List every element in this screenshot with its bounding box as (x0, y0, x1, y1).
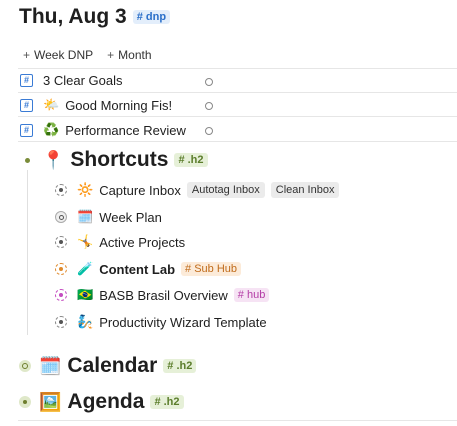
sun-icon: 🔆 (77, 182, 94, 197)
action-bar: + Week DNP + Month (23, 48, 152, 62)
node-bullet-icon[interactable] (55, 263, 67, 275)
divider (18, 92, 457, 93)
node-bullet-icon[interactable] (55, 316, 67, 328)
bullet-icon[interactable] (19, 396, 31, 408)
shortcut-item[interactable]: 🗓️ Week Plan (55, 209, 162, 225)
week-dnp-button[interactable]: + Week DNP (23, 48, 93, 62)
week-dnp-label: Week DNP (34, 48, 94, 62)
divider (18, 141, 457, 142)
search-bullet-icon[interactable] (19, 360, 31, 372)
recycle-icon: ♻️ (43, 122, 60, 137)
ref-label: 3 Clear Goals (43, 73, 123, 88)
ref-label: Good Morning Fis! (65, 97, 173, 113)
divider (18, 116, 457, 117)
shortcut-item[interactable]: 🧞 Productivity Wizard Template (55, 314, 267, 330)
ref-item[interactable]: # 3 Clear Goals (20, 73, 122, 88)
clean-inbox-button[interactable]: Clean Inbox (270, 182, 340, 198)
autotag-inbox-button[interactable]: Autotag Inbox (186, 182, 265, 198)
page-ref-icon: # (20, 74, 33, 87)
child-guide-line (27, 170, 28, 335)
genie-icon: 🧞 (77, 314, 94, 329)
h2-tag[interactable]: # .h2 (163, 359, 197, 373)
sub-hub-tag[interactable]: # Sub Hub (181, 262, 241, 276)
node-bullet-icon[interactable] (55, 236, 67, 248)
ref-label: Performance Review (65, 122, 186, 138)
hub-tag[interactable]: # hub (233, 288, 270, 302)
shortcut-item[interactable]: 🧪 Content Lab # Sub Hub (55, 261, 241, 277)
h2-tag[interactable]: # .h2 (150, 395, 184, 409)
search-node-icon[interactable] (55, 211, 67, 223)
cartwheel-icon: 🤸 (77, 234, 94, 249)
plus-icon: + (23, 48, 31, 62)
ref-item[interactable]: # 🌤️ Good Morning Fis! (20, 97, 172, 113)
shortcut-label: Capture Inbox (99, 182, 181, 198)
calendar-heading: Calendar (67, 354, 158, 377)
agenda-block[interactable]: 🖼️ Agenda # .h2 (19, 390, 184, 414)
status-circle-icon[interactable] (205, 102, 213, 110)
plus-icon: + (107, 48, 115, 62)
shortcuts-heading: Shortcuts (70, 148, 169, 171)
node-bullet-icon[interactable] (55, 184, 67, 196)
calendar-icon: 🗓️ (77, 209, 94, 224)
page-header: Thu, Aug 3 # dnp (19, 5, 171, 29)
shortcut-label: Week Plan (99, 209, 162, 225)
weather-icon: 🌤️ (43, 97, 60, 112)
status-circle-icon[interactable] (205, 78, 213, 86)
brazil-flag-icon: 🇧🇷 (77, 287, 94, 302)
shortcut-label: Active Projects (99, 234, 186, 250)
calendar-icon: 🗓️ (39, 355, 62, 376)
bullet-icon[interactable] (25, 157, 30, 163)
month-label: Month (118, 48, 152, 62)
divider (18, 68, 457, 69)
shortcut-label: Productivity Wizard Template (99, 314, 267, 330)
agenda-heading: Agenda (67, 390, 145, 413)
shortcuts-block[interactable]: 📍 Shortcuts # .h2 (25, 148, 208, 172)
pin-icon: 📍 (42, 149, 65, 170)
ref-item[interactable]: # ♻️ Performance Review (20, 122, 186, 138)
shortcut-label: BASB Brasil Overview (99, 287, 228, 303)
picture-icon: 🖼️ (39, 391, 62, 412)
divider (18, 420, 457, 421)
page-ref-icon: # (20, 98, 33, 112)
status-circle-icon[interactable] (205, 127, 213, 135)
calendar-block[interactable]: 🗓️ Calendar # .h2 (19, 354, 197, 378)
dnp-tag[interactable]: # dnp (132, 10, 171, 24)
h2-tag[interactable]: # .h2 (174, 153, 208, 167)
shortcut-label: Content Lab (99, 261, 176, 277)
test-tube-icon: 🧪 (77, 261, 94, 276)
month-button[interactable]: + Month (107, 48, 151, 62)
shortcut-item[interactable]: 🔆 Capture Inbox Autotag Inbox Clean Inbo… (55, 182, 340, 198)
shortcut-item[interactable]: 🇧🇷 BASB Brasil Overview # hub (55, 287, 270, 303)
node-bullet-icon[interactable] (55, 289, 67, 301)
page-title[interactable]: Thu, Aug 3 (19, 5, 127, 29)
shortcut-item[interactable]: 🤸 Active Projects (55, 234, 185, 250)
page-ref-icon: # (20, 123, 33, 137)
